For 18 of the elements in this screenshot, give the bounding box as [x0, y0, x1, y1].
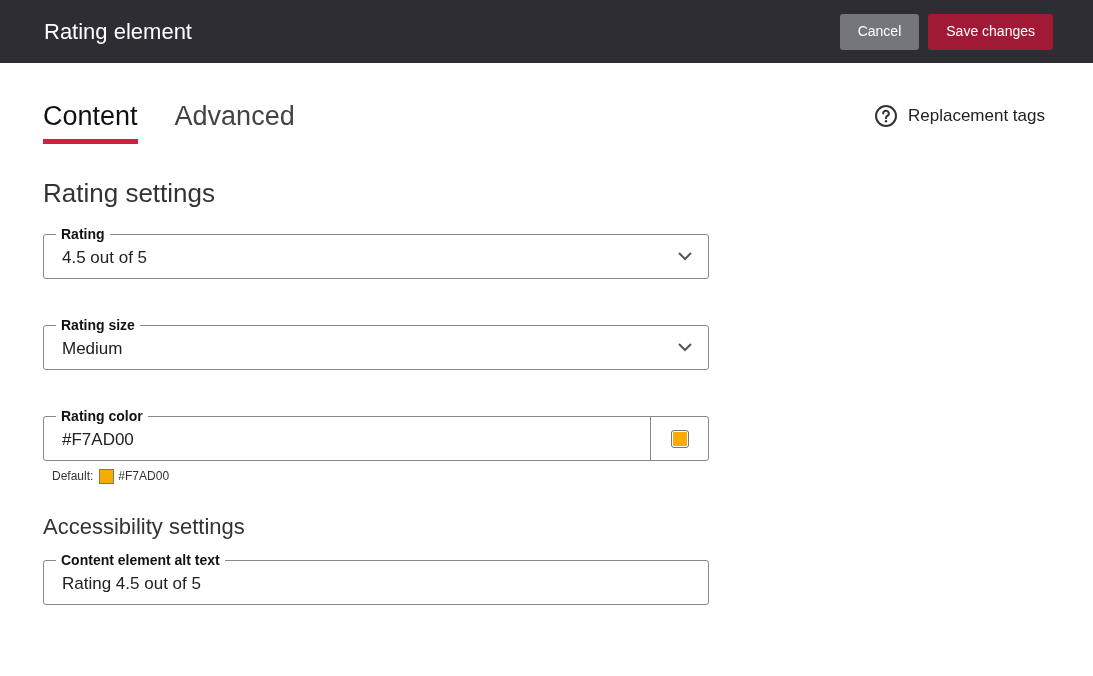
chevron-down-icon [678, 252, 692, 261]
field-label: Rating size [56, 316, 140, 334]
tab[interactable]: Content [43, 99, 138, 144]
save-button[interactable]: Save changes [928, 13, 1053, 50]
field-label: Rating [56, 225, 110, 243]
default-color-swatch[interactable] [99, 468, 115, 484]
default-label: Default: [52, 468, 94, 485]
section-heading: Rating settings [43, 177, 216, 210]
section-heading: Accessibility settings [43, 513, 246, 541]
tab[interactable]: Advanced [174, 99, 295, 144]
help-icon [873, 103, 898, 128]
cancel-button[interactable]: Cancel [839, 13, 920, 50]
color-swatch [670, 429, 689, 448]
field-label: Rating color [56, 407, 148, 425]
default-color-value: #F7AD00 [118, 468, 170, 485]
chevron-down-icon [678, 343, 692, 352]
window-title: Rating element [44, 18, 192, 46]
replacement-tags-link[interactable]: Replacement tags [873, 103, 1045, 129]
